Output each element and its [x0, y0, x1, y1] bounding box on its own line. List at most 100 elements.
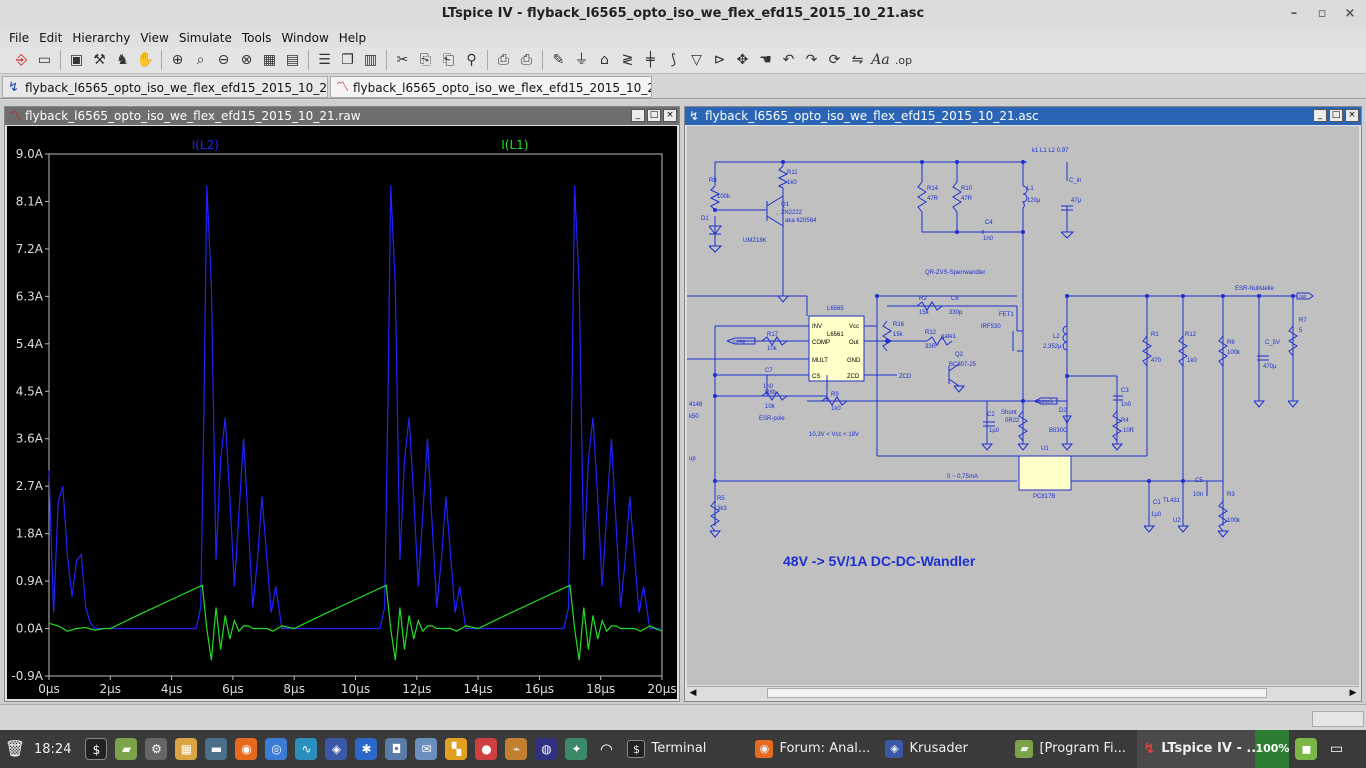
task-krusader[interactable]: ◈ Krusader: [879, 730, 1009, 768]
halt-icon[interactable]: ✋: [134, 49, 157, 72]
thunderbird-launcher-icon[interactable]: ◎: [265, 738, 288, 760]
clock[interactable]: 18:24: [34, 742, 71, 757]
zoom-in-icon[interactable]: ⊕: [166, 49, 189, 72]
print-preview-icon[interactable]: ⎙: [492, 49, 515, 72]
close-icon[interactable]: ×: [1336, 0, 1364, 28]
ic-pin-mult: MULT: [812, 358, 828, 364]
copy-icon[interactable]: ⎘: [414, 49, 437, 72]
terminal-launcher-icon[interactable]: $: [85, 738, 108, 760]
menu-help[interactable]: Help: [334, 31, 371, 45]
wire-icon[interactable]: ✎: [547, 49, 570, 72]
scroll-right-icon[interactable]: ▶: [1347, 687, 1359, 699]
label-net-icon[interactable]: ⌂: [593, 49, 616, 72]
vpn-launcher-icon[interactable]: ◍: [535, 738, 558, 760]
tile-horizontal-icon[interactable]: ☰: [313, 49, 336, 72]
compass-launcher-icon[interactable]: ✦: [565, 738, 588, 760]
label-q2-value: BC807-25: [949, 362, 977, 368]
spice-directive-icon[interactable]: .op: [892, 49, 915, 72]
camera-launcher-icon[interactable]: ◘: [385, 738, 408, 760]
minimize-icon[interactable]: –: [1280, 0, 1308, 28]
schematic-canvas[interactable]: k1 L1 L2 0.97 R8 100k R11 1k0 Q1 2N2222 …: [687, 126, 1359, 685]
save-icon[interactable]: ▣: [65, 49, 88, 72]
tab-waveform[interactable]: 〽 flyback_l6565_opto_iso_we_flex_efd15_2…: [330, 76, 652, 98]
autorange-icon[interactable]: ▦: [258, 49, 281, 72]
diode-icon[interactable]: ▽: [685, 49, 708, 72]
mint-menu-icon[interactable]: ◼: [1295, 738, 1318, 760]
wave-launcher-icon[interactable]: ∿: [295, 738, 318, 760]
tools-launcher-icon[interactable]: ⌁: [505, 738, 528, 760]
horizontal-scrollbar[interactable]: ◀ ▶: [687, 686, 1359, 699]
minimize-icon[interactable]: _: [631, 109, 645, 122]
label-r4: R4: [1121, 418, 1129, 424]
minimize-icon[interactable]: _: [1313, 109, 1327, 122]
battery-indicator[interactable]: 100%: [1255, 730, 1290, 768]
menu-window[interactable]: Window: [276, 31, 333, 45]
tab-schematic[interactable]: ↯ flyback_l6565_opto_iso_we_flex_efd15_2…: [2, 76, 328, 98]
menu-file[interactable]: File: [4, 31, 34, 45]
firefox-launcher-icon[interactable]: ◉: [235, 738, 258, 760]
cut-icon[interactable]: ✂: [391, 49, 414, 72]
schematic-drawing[interactable]: k1 L1 L2 0.97 R8 100k R11 1k0 Q1 2N2222 …: [687, 126, 1359, 685]
ground-icon[interactable]: ⏚: [570, 49, 593, 72]
resistor-icon[interactable]: ≷: [616, 49, 639, 72]
krusader-launcher-icon[interactable]: ◈: [325, 738, 348, 760]
capacitor-icon[interactable]: ╪: [639, 49, 662, 72]
zoom-out-icon[interactable]: ⊖: [212, 49, 235, 72]
office-launcher-icon[interactable]: ▚: [445, 738, 468, 760]
task-ltspice[interactable]: ↯ LTspice IV - ...: [1137, 730, 1261, 768]
rotate-icon[interactable]: ⟳: [823, 49, 846, 72]
waveform-plot[interactable]: 9.0A 8.1A 7.2A 6.3A 5.4A 4.5A 3.6A 2.7A 1.8A 0.9A…: [7, 126, 677, 699]
component-icon[interactable]: ⊳: [708, 49, 731, 72]
menu-edit[interactable]: Edit: [34, 31, 67, 45]
task-program-files[interactable]: ▰ [Program Fi...: [1009, 730, 1137, 768]
scrollbar-thumb[interactable]: [767, 688, 1267, 698]
label-c7: C7: [765, 368, 773, 374]
bluetooth-icon[interactable]: ✱: [355, 738, 378, 760]
mirror-icon[interactable]: ⇋: [846, 49, 869, 72]
waveform-view-icon[interactable]: ▤: [281, 49, 304, 72]
plot-window-titlebar[interactable]: 〽 flyback_l6565_opto_iso_we_flex_efd15_2…: [5, 107, 679, 125]
move-icon[interactable]: ✥: [731, 49, 754, 72]
task-firefox[interactable]: ◉ Forum: Anal...: [749, 730, 879, 768]
redo-icon[interactable]: ↷: [800, 49, 823, 72]
paste-icon[interactable]: ⎗: [437, 49, 460, 72]
task-terminal[interactable]: $ Terminal: [621, 730, 749, 768]
menu-tools[interactable]: Tools: [237, 31, 277, 45]
trash-icon[interactable]: 🗑: [4, 738, 26, 760]
drive-launcher-icon[interactable]: ▬: [205, 738, 228, 760]
task-krusader-label: Krusader: [909, 741, 968, 756]
open-folder-icon[interactable]: ▭: [33, 49, 56, 72]
tile-vertical-icon[interactable]: ▥: [359, 49, 382, 72]
close-icon[interactable]: ×: [1345, 109, 1359, 122]
chrome-launcher-icon[interactable]: ●: [475, 738, 498, 760]
control-panel-icon[interactable]: ⚒: [88, 49, 111, 72]
desktop-icon[interactable]: ▭: [1325, 738, 1347, 760]
settings-launcher-icon[interactable]: ⚙: [145, 738, 168, 760]
run-icon[interactable]: ♞: [111, 49, 134, 72]
maximize-icon[interactable]: ▫: [1308, 0, 1336, 28]
label-k50: k50: [689, 414, 699, 420]
pan-icon[interactable]: ⌕: [189, 49, 212, 72]
restore-icon[interactable]: □: [647, 109, 661, 122]
find-icon[interactable]: ⚲: [460, 49, 483, 72]
open-schematic-icon[interactable]: ⎆: [10, 49, 33, 72]
drag-icon[interactable]: ☚: [754, 49, 777, 72]
menu-hierarchy[interactable]: Hierarchy: [67, 31, 135, 45]
wifi-icon[interactable]: ◠: [595, 738, 617, 760]
mail-launcher-icon[interactable]: ✉: [415, 738, 438, 760]
zoom-fit-icon[interactable]: ⊗: [235, 49, 258, 72]
print-icon[interactable]: ⎙: [515, 49, 538, 72]
waveform-chart[interactable]: 9.0A 8.1A 7.2A 6.3A 5.4A 4.5A 3.6A 2.7A 1.8A 0.9A…: [7, 126, 679, 701]
restore-icon[interactable]: □: [1329, 109, 1343, 122]
close-icon[interactable]: ×: [663, 109, 677, 122]
cascade-icon[interactable]: ❐: [336, 49, 359, 72]
text-icon[interactable]: Aa: [869, 49, 892, 72]
inductor-icon[interactable]: ⟆: [662, 49, 685, 72]
schematic-window-titlebar[interactable]: ↯ flyback_l6565_opto_iso_we_flex_efd15_2…: [685, 107, 1361, 125]
undo-icon[interactable]: ↶: [777, 49, 800, 72]
menu-view[interactable]: View: [135, 31, 173, 45]
scroll-left-icon[interactable]: ◀: [687, 687, 699, 699]
package-launcher-icon[interactable]: ▦: [175, 738, 198, 760]
files-launcher-icon[interactable]: ▰: [115, 738, 138, 760]
menu-simulate[interactable]: Simulate: [174, 31, 237, 45]
